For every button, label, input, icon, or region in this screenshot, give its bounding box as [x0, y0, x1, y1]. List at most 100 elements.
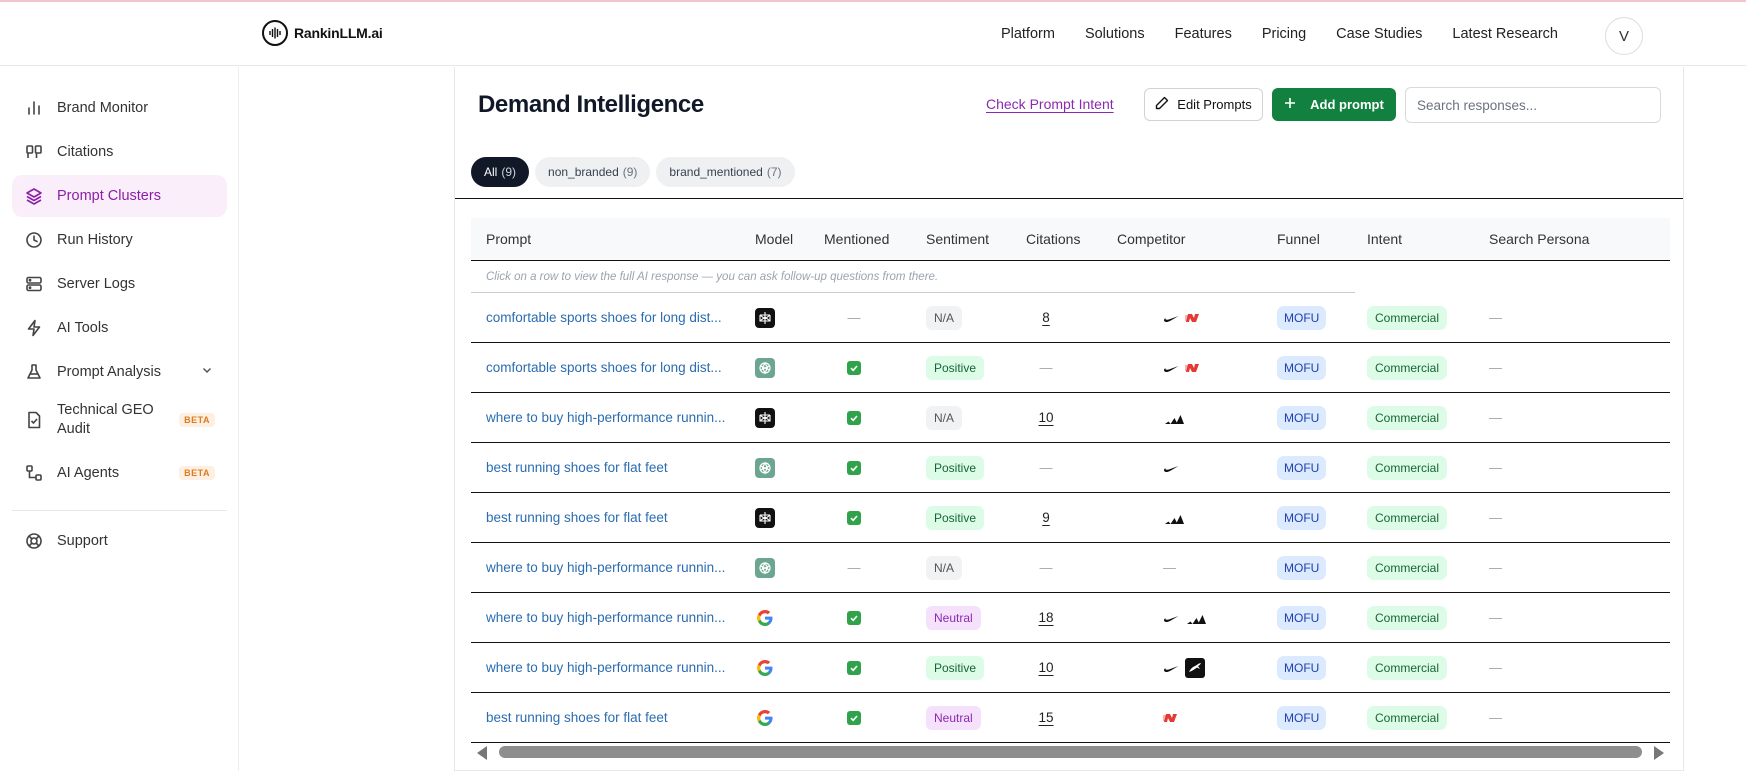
- column-header-search-persona[interactable]: Search Persona: [1489, 231, 1589, 247]
- sidebar-item-prompt-clusters[interactable]: Prompt Clusters: [12, 175, 227, 217]
- prompt-link[interactable]: where to buy high-performance runnin...: [486, 643, 725, 692]
- sentiment-badge: Positive: [926, 455, 985, 480]
- nike-logo-icon: [1163, 663, 1179, 673]
- edit-prompts-button[interactable]: Edit Prompts: [1144, 88, 1263, 121]
- column-header-sentiment[interactable]: Sentiment: [926, 231, 989, 247]
- nav-link-solutions[interactable]: Solutions: [1085, 26, 1145, 42]
- competitor-logos: [1163, 343, 1201, 392]
- adidas-logo-icon: [1185, 611, 1207, 625]
- plus-icon: [1284, 97, 1296, 112]
- scroll-left-arrow-icon[interactable]: [477, 746, 487, 760]
- horizontal-scrollbar[interactable]: [471, 744, 1670, 760]
- sidebar-item-citations[interactable]: Citations: [12, 131, 227, 173]
- server-icon: [24, 274, 44, 294]
- funnel-badge: MOFU: [1277, 605, 1327, 630]
- table-row[interactable]: comfortable sports shoes for long dist..…: [471, 343, 1670, 393]
- top-navbar: RankinLLM.ai Platform Solutions Features Pr…: [0, 2, 1746, 66]
- sidebar-item-technical-geo-audit[interactable]: Technical GEO Audit BETA: [12, 395, 227, 445]
- check-icon: [847, 510, 861, 525]
- nav-link-case-studies[interactable]: Case Studies: [1336, 26, 1422, 42]
- chatgpt-model-icon: [755, 557, 775, 578]
- sidebar-item-ai-agents[interactable]: AI Agents BETA: [12, 452, 227, 494]
- sentiment-badge: Neutral: [926, 705, 981, 730]
- user-avatar[interactable]: V: [1605, 17, 1643, 55]
- sidebar-item-label: Brand Monitor: [57, 99, 149, 116]
- table-row[interactable]: where to buy high-performance runnin... …: [471, 643, 1670, 693]
- funnel-badge: MOFU: [1277, 555, 1327, 580]
- sidebar-item-label: Prompt Clusters: [57, 187, 161, 204]
- sidebar-item-label: Server Logs: [57, 275, 136, 292]
- table-row[interactable]: where to buy high-performance runnin... …: [471, 593, 1670, 643]
- search-persona-value: —: [1489, 710, 1502, 725]
- intent-badge: Commercial: [1367, 605, 1448, 630]
- column-header-prompt[interactable]: Prompt: [486, 231, 531, 247]
- nav-link-latest-research[interactable]: Latest Research: [1452, 26, 1558, 42]
- table-row[interactable]: where to buy high-performance runnin... …: [471, 393, 1670, 443]
- sidebar-item-ai-tools[interactable]: AI Tools: [12, 307, 227, 349]
- column-header-mentioned[interactable]: Mentioned: [824, 231, 889, 247]
- prompt-link[interactable]: where to buy high-performance runnin...: [486, 593, 725, 642]
- citations-count[interactable]: 8: [1042, 310, 1050, 325]
- workflow-icon: [24, 463, 44, 483]
- prompt-link[interactable]: best running shoes for flat feet: [486, 693, 668, 742]
- prompt-link[interactable]: where to buy high-performance runnin...: [486, 393, 725, 442]
- citations-count[interactable]: 18: [1038, 610, 1053, 625]
- nike-logo-icon: [1163, 363, 1179, 373]
- citations-count[interactable]: 9: [1042, 510, 1050, 525]
- citations-empty: —: [1039, 460, 1053, 475]
- sidebar-item-support[interactable]: Support: [12, 520, 227, 562]
- intent-badge: Commercial: [1367, 705, 1448, 730]
- funnel-badge: MOFU: [1277, 305, 1327, 330]
- sidebar-item-brand-monitor[interactable]: Brand Monitor: [12, 87, 227, 129]
- section-divider: [455, 198, 1683, 199]
- scrollbar-thumb[interactable]: [499, 746, 1642, 758]
- filter-chip-all[interactable]: All (9): [471, 157, 530, 187]
- prompt-link[interactable]: best running shoes for flat feet: [486, 443, 668, 492]
- scroll-right-arrow-icon[interactable]: [1654, 746, 1664, 760]
- beta-badge: BETA: [179, 413, 215, 427]
- table-row[interactable]: best running shoes for flat feet Neutral…: [471, 693, 1670, 743]
- citations-count[interactable]: 10: [1038, 660, 1053, 675]
- sidebar-item-server-logs[interactable]: Server Logs: [12, 263, 227, 305]
- table-row[interactable]: best running shoes for flat feet Positiv…: [471, 443, 1670, 493]
- add-prompt-button[interactable]: Add prompt: [1272, 88, 1396, 121]
- file-check-icon: [24, 410, 44, 430]
- demand-intelligence-panel: Demand Intelligence Check Prompt Intent …: [454, 67, 1684, 771]
- citations-count[interactable]: 10: [1038, 410, 1053, 425]
- search-responses-input[interactable]: [1405, 87, 1661, 123]
- search-persona-value: —: [1489, 460, 1502, 475]
- funnel-badge: MOFU: [1277, 655, 1327, 680]
- table-row[interactable]: where to buy high-performance runnin... …: [471, 543, 1670, 593]
- column-header-citations[interactable]: Citations: [1026, 231, 1080, 247]
- table-row[interactable]: comfortable sports shoes for long dist..…: [471, 293, 1670, 343]
- brand-logo[interactable]: RankinLLM.ai: [262, 20, 383, 46]
- chip-label: brand_mentioned: [669, 165, 763, 179]
- column-header-competitor[interactable]: Competitor: [1117, 231, 1185, 247]
- sidebar-item-label: Technical GEO Audit: [57, 402, 154, 437]
- column-header-model[interactable]: Model: [755, 231, 793, 247]
- citations-count[interactable]: 15: [1038, 710, 1053, 725]
- nav-link-pricing[interactable]: Pricing: [1262, 26, 1306, 42]
- filter-chip-brand-mentioned[interactable]: brand_mentioned (7): [656, 157, 795, 187]
- check-prompt-intent-link[interactable]: Check Prompt Intent: [986, 96, 1114, 112]
- nav-link-features[interactable]: Features: [1175, 26, 1232, 42]
- google-model-icon: [755, 608, 775, 628]
- prompt-link[interactable]: best running shoes for flat feet: [486, 493, 668, 542]
- chip-count: (9): [622, 165, 638, 179]
- prompt-link[interactable]: comfortable sports shoes for long dist..…: [486, 343, 722, 392]
- sidebar-item-run-history[interactable]: Run History: [12, 219, 227, 261]
- competitor-logos: —: [1163, 543, 1176, 592]
- puma-logo-icon: [1185, 657, 1205, 678]
- prompt-link[interactable]: comfortable sports shoes for long dist..…: [486, 293, 722, 342]
- perplexity-model-icon: [755, 407, 775, 428]
- prompt-link[interactable]: where to buy high-performance runnin...: [486, 543, 725, 592]
- column-header-intent[interactable]: Intent: [1367, 231, 1402, 247]
- sidebar-item-prompt-analysis[interactable]: Prompt Analysis: [12, 351, 227, 393]
- chevron-down-icon[interactable]: [201, 363, 213, 381]
- column-header-funnel[interactable]: Funnel: [1277, 231, 1320, 247]
- table-row[interactable]: best running shoes for flat feet Positiv…: [471, 493, 1670, 543]
- sidebar-item-label: Citations: [57, 143, 114, 160]
- table-body: comfortable sports shoes for long dist..…: [471, 293, 1670, 743]
- nav-link-platform[interactable]: Platform: [1001, 26, 1055, 42]
- filter-chip-non-branded[interactable]: non_branded (9): [535, 157, 651, 187]
